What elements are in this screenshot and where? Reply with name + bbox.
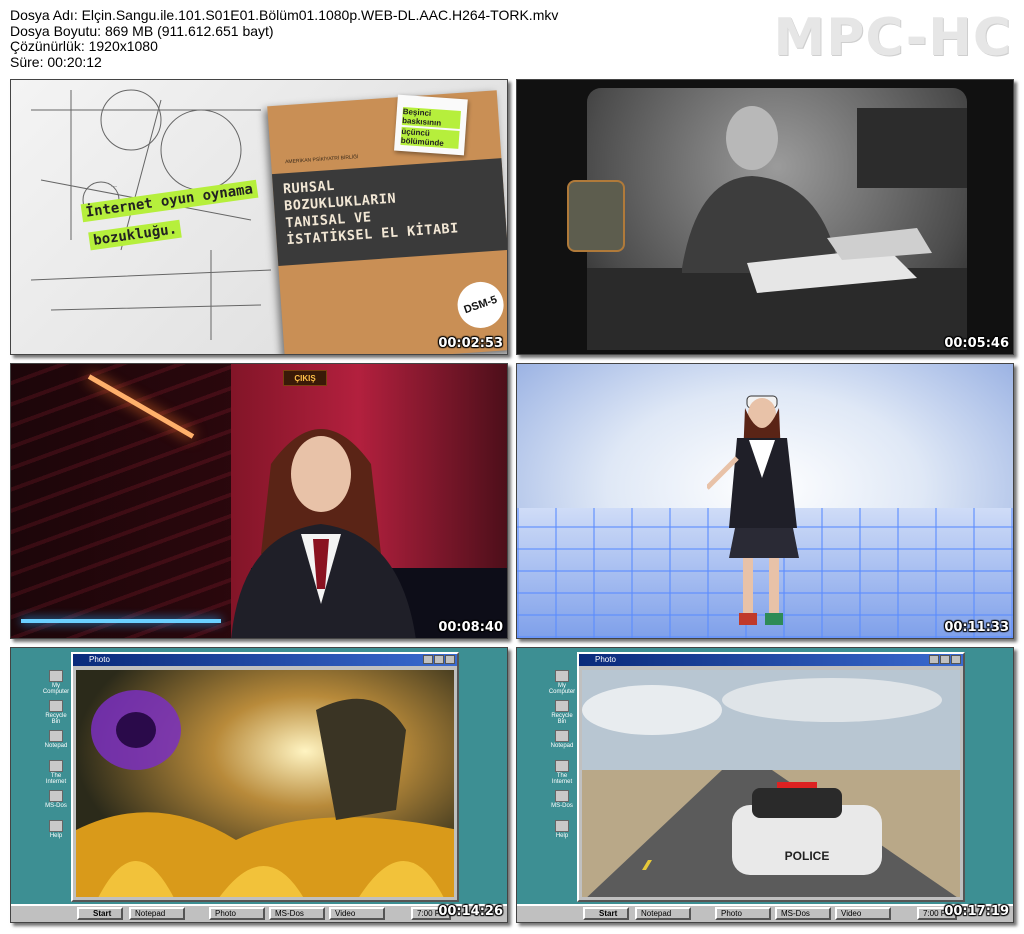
thumbnail-6: My Computer Recycle Bin Notepad The Inte… (516, 647, 1014, 923)
thumbnail-5: My Computer Recycle Bin Notepad The Inte… (10, 647, 508, 923)
retro-desktop: My Computer Recycle Bin Notepad The Inte… (517, 648, 1013, 922)
mpc-hc-logo: MPC-HC (773, 8, 1012, 68)
man-writing-figure (587, 106, 967, 350)
task-notepad: Notepad (129, 907, 185, 920)
dsm-book: AMERİKAN PSİKİYATRİ BİRLİĞİ RUHSAL BOZUK… (267, 90, 507, 354)
exit-sign: ÇIKIŞ (283, 370, 327, 386)
thumbnail-3: ÇIKIŞ 00:08:40 (10, 363, 508, 639)
window-controls (928, 655, 961, 666)
help-icon: Help (547, 820, 577, 839)
my-computer-icon: My Computer (41, 670, 71, 695)
start-button: Start (77, 907, 123, 920)
book-title: RUHSAL BOZUKLUKLARIN TANISAL VE İSTATİKS… (271, 158, 507, 266)
note-line-2: üçüncü bölümünde (400, 126, 460, 149)
window-title: Photo (73, 654, 457, 666)
task-photo: Photo (209, 907, 265, 920)
neon-light-blue (21, 619, 221, 623)
window-controls (422, 655, 455, 666)
internet-icon: The Internet (41, 760, 71, 785)
file-duration: Süre: 00:20:12 (10, 53, 102, 70)
task-video: Video (329, 907, 385, 920)
svg-text:—: — (111, 184, 117, 190)
timestamp: 00:05:46 (944, 336, 1009, 351)
internet-icon: The Internet (547, 760, 577, 785)
note-line-1: Beşinci baskısının (401, 106, 461, 129)
vr-figure (707, 395, 799, 625)
photo-window: Photo POLICE (577, 652, 965, 902)
dsm-badge: DSM-5 (451, 275, 507, 335)
retro-desktop: My Computer Recycle Bin Notepad The Inte… (11, 648, 507, 922)
task-photo: Photo (715, 907, 771, 920)
timestamp: 00:14:26 (438, 904, 503, 919)
thumbnail-1: — İnternet oyun oynama bozukluğu. AMERİK… (10, 79, 508, 355)
task-msdos: MS-Dos (269, 907, 325, 920)
taskbar: Start Notepad Photo MS-Dos Video 7:00 PM (11, 904, 507, 922)
recycle-bin-icon: Recycle Bin (547, 700, 577, 725)
fantasy-game-scene (76, 670, 454, 897)
host-figure (231, 429, 416, 638)
file-name: Dosya Adı: Elçin.Sangu.ile.101.S01E01.Bö… (10, 7, 559, 23)
timestamp: 00:11:33 (944, 620, 1009, 635)
ms-dos-icon: MS-Dos (41, 790, 71, 809)
notepad-icon: Notepad (41, 730, 71, 749)
window-title: Photo (579, 654, 963, 666)
help-icon: Help (41, 820, 71, 839)
thumbnail-2: 00:05:46 (516, 79, 1014, 355)
file-size: Dosya Boyutu: 869 MB (911.612.651 bayt) (10, 22, 274, 39)
start-button: Start (583, 907, 629, 920)
file-info: Dosya Adı: Elçin.Sangu.ile.101.S01E01.Bö… (10, 7, 559, 70)
recycle-bin-icon: Recycle Bin (41, 700, 71, 725)
police-car-scene: POLICE (582, 670, 960, 897)
task-notepad: Notepad (635, 907, 691, 920)
file-resolution: Çözünürlük: 1920x1080 (10, 38, 158, 54)
sticky-note: Beşinci baskısının üçüncü bölümünde (394, 94, 468, 156)
notepad-icon: Notepad (547, 730, 577, 749)
task-video: Video (835, 907, 891, 920)
timestamp: 00:02:53 (438, 336, 503, 351)
book-publisher: AMERİKAN PSİKİYATRİ BİRLİĞİ (284, 154, 359, 166)
svg-text:POLICE: POLICE (785, 849, 830, 863)
photo-window: Photo (71, 652, 459, 902)
bw-film-scene (587, 88, 967, 350)
timestamp: 00:17:19 (944, 904, 1009, 919)
film-frame-hole (567, 180, 625, 252)
ms-dos-icon: MS-Dos (547, 790, 577, 809)
task-msdos: MS-Dos (775, 907, 831, 920)
timestamp: 00:08:40 (438, 620, 503, 635)
thumbnail-4: 00:11:33 (516, 363, 1014, 639)
my-computer-icon: My Computer (547, 670, 577, 695)
taskbar: Start Notepad Photo MS-Dos Video 7:00 PM (517, 904, 1013, 922)
